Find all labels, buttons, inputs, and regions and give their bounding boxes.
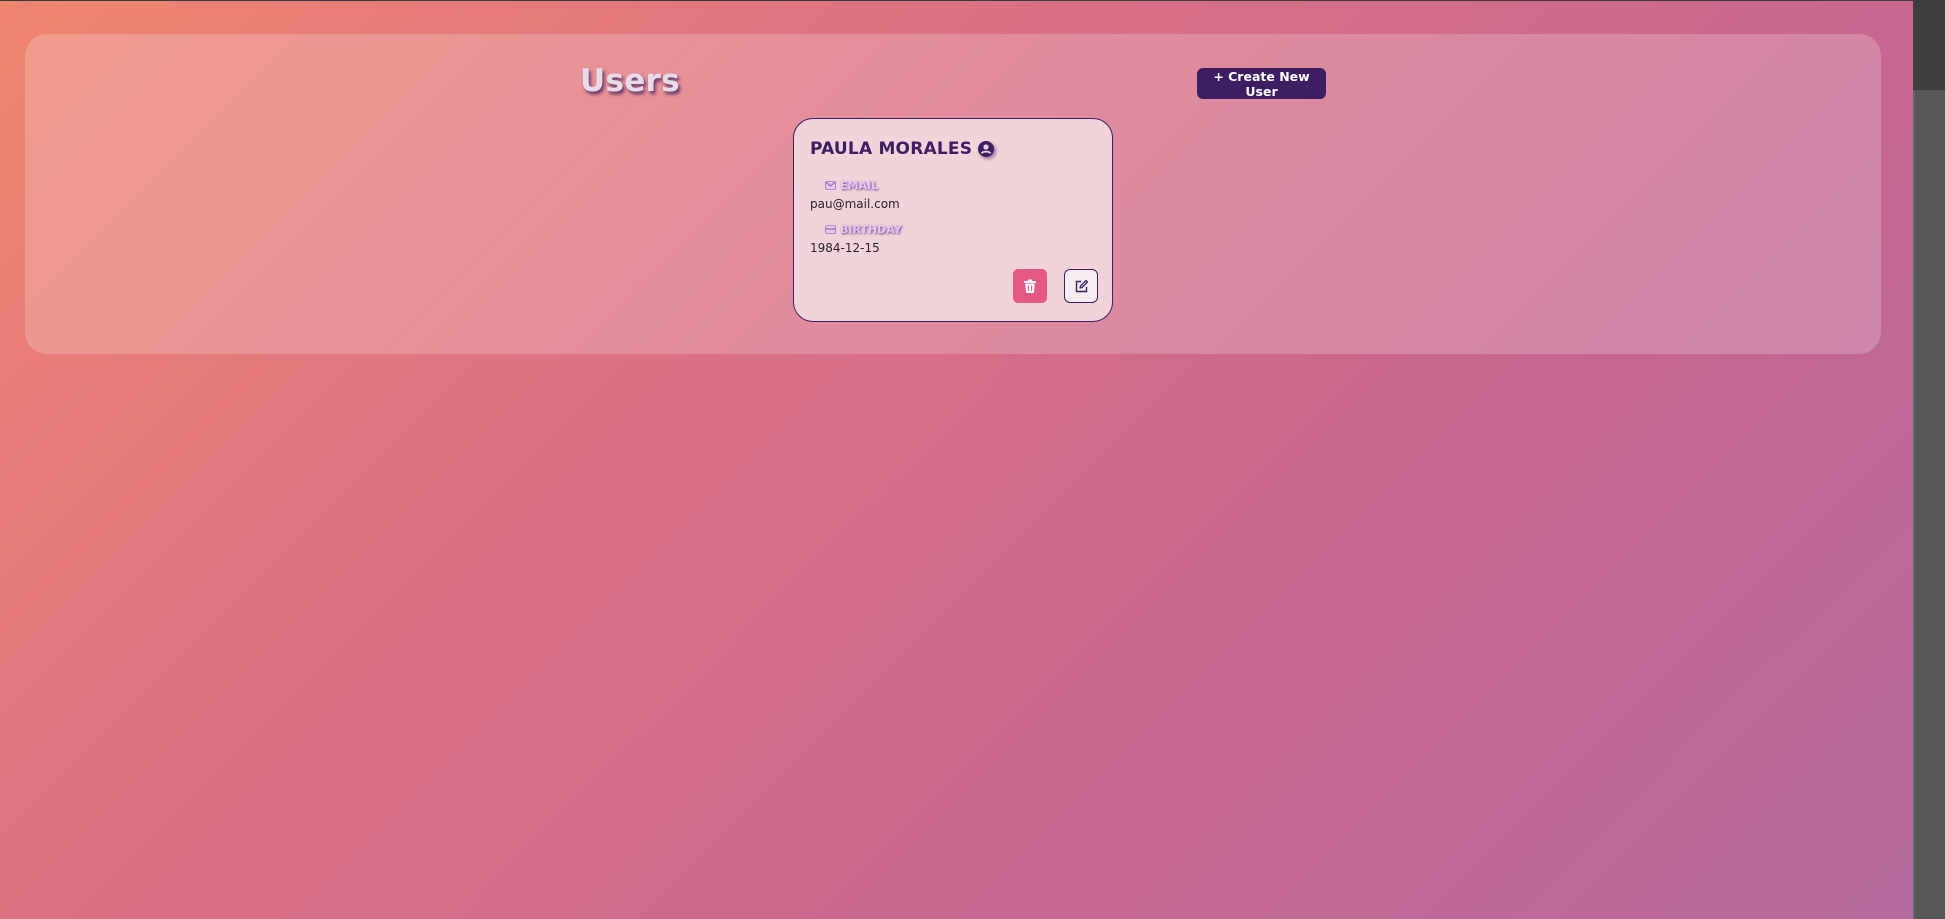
birthday-value: 1984-12-15 — [810, 241, 880, 255]
window-top-border — [0, 0, 1913, 1]
trash-icon — [1024, 279, 1036, 293]
delete-user-button[interactable] — [1013, 269, 1047, 303]
page-title: Users — [580, 63, 680, 99]
calendar-icon — [825, 225, 836, 234]
birthday-label: BIRTHDAY — [825, 223, 902, 236]
envelope-icon — [825, 181, 836, 190]
email-label: EMAIL — [825, 179, 878, 192]
user-name: PAULA MORALES — [810, 139, 973, 159]
birthday-label-text: BIRTHDAY — [840, 223, 902, 236]
user-name-row: PAULA MORALES — [810, 139, 995, 159]
email-label-text: EMAIL — [840, 179, 879, 192]
user-card: PAULA MORALES EMAIL pau@mail.com BIRTHDA… — [793, 118, 1113, 322]
gutter-block — [1913, 0, 1945, 90]
gutter-edge — [1913, 0, 1915, 919]
edit-user-button[interactable] — [1064, 269, 1098, 303]
create-new-user-button[interactable]: + Create New User — [1197, 68, 1326, 99]
edit-icon — [1075, 279, 1088, 292]
scrollbar-gutter — [1913, 0, 1945, 919]
email-value: pau@mail.com — [810, 197, 900, 211]
user-circle-icon — [978, 141, 995, 157]
